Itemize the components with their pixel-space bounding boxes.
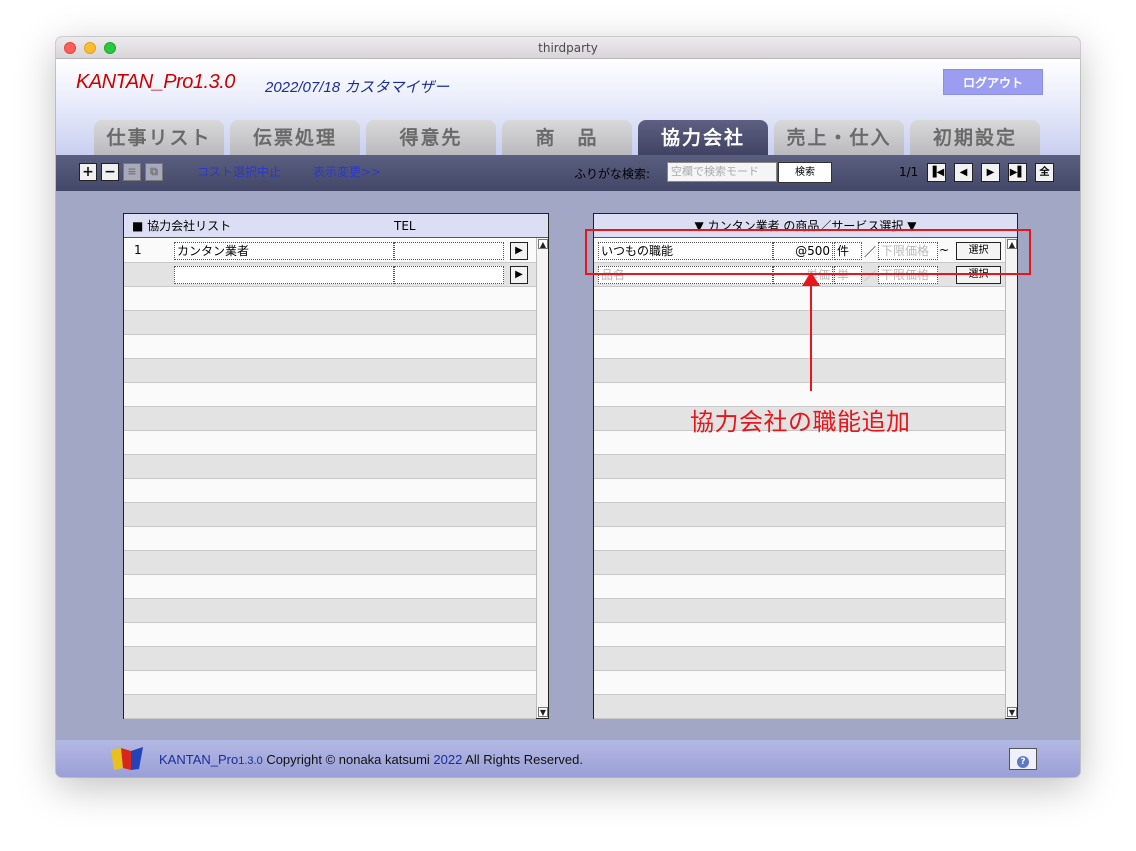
product-row[interactable] (594, 671, 1005, 695)
footer-version: 1.3.0 (238, 755, 263, 767)
tab-partners[interactable]: 協力会社 (638, 120, 768, 156)
footer-rights: All Rights Reserved. (462, 752, 584, 767)
product-row[interactable] (594, 575, 1005, 599)
product-row[interactable] (594, 647, 1005, 671)
product-row[interactable] (594, 479, 1005, 503)
add-button[interactable]: + (79, 163, 97, 181)
product-row[interactable] (594, 551, 1005, 575)
product-select-panel: ▼ カンタン業者 の商品／サービス選択 ▼ いつもの職能 @500 件／下限価格 ~ 選… (593, 213, 1018, 719)
footer-year: 2022 (433, 752, 463, 767)
product-row[interactable] (594, 695, 1005, 719)
zoom-window-button[interactable] (104, 42, 116, 54)
annotation-text: 協力会社の職能追加 (690, 408, 911, 436)
logout-button[interactable]: ログアウト (943, 69, 1043, 95)
tab-customers[interactable]: 得意先 (366, 120, 496, 156)
app-name: KANTAN_Pro1.3.0 (76, 71, 235, 93)
page-indicator: 1/1 (899, 165, 919, 179)
tel-column-header: TEL (394, 219, 416, 233)
partner-tel-field[interactable] (394, 242, 504, 260)
partner-row[interactable] (124, 431, 536, 455)
row-number: 1 (134, 243, 142, 257)
open-partner-button[interactable]: ▶ (510, 266, 528, 284)
scroll-up-arrow[interactable]: ▲ (538, 239, 548, 249)
partner-row[interactable]: ▶ (124, 263, 536, 287)
product-row[interactable] (594, 455, 1005, 479)
partner-row[interactable] (124, 671, 536, 695)
product-row[interactable] (594, 623, 1005, 647)
footer-brand: KANTAN_Pro (159, 752, 239, 767)
tab-initial-settings[interactable]: 初期設定 (910, 120, 1040, 156)
help-icon: ? (1017, 756, 1029, 768)
partner-row[interactable]: 1 カンタン業者 ▶ (124, 239, 536, 263)
first-page-button[interactable]: ▐◀ (927, 163, 946, 182)
partner-row[interactable] (124, 359, 536, 383)
tab-products[interactable]: 商 品 (502, 120, 632, 156)
product-row[interactable] (594, 503, 1005, 527)
show-all-button[interactable]: 全 (1035, 163, 1054, 182)
search-button[interactable]: 検索 (778, 162, 832, 183)
product-row[interactable] (594, 311, 1005, 335)
scroll-down-arrow[interactable]: ▼ (1007, 707, 1017, 717)
open-partner-button[interactable]: ▶ (510, 242, 528, 260)
product-row[interactable] (594, 359, 1005, 383)
partner-row[interactable] (124, 527, 536, 551)
partner-name-field[interactable]: カンタン業者 (174, 242, 394, 260)
app-subtitle: 2022/07/18 カスタマイザー (265, 79, 450, 96)
partner-row[interactable] (124, 503, 536, 527)
toolbar: + − ≡ ⧉ コスト選択中止 表示変更>> ふりがな検索: 空欄で検索モード … (56, 155, 1080, 191)
remove-button[interactable]: − (101, 163, 119, 181)
search-input[interactable]: 空欄で検索モード (667, 162, 777, 182)
partner-row[interactable] (124, 335, 536, 359)
partner-list-panel: ■ 協力会社リスト TEL 1 カンタン業者 ▶ ▶ ▲ ▼ (123, 213, 549, 719)
copyright-text: KANTAN_Pro1.3.0 Copyright © nonaka katsu… (159, 752, 583, 767)
help-button[interactable]: ? (1009, 748, 1037, 770)
product-row[interactable] (594, 599, 1005, 623)
partner-list-scrollbar[interactable]: ▲ ▼ (536, 238, 548, 718)
partner-row[interactable] (124, 575, 536, 599)
kantan-logo-icon (111, 747, 143, 770)
cost-select-cancel-link[interactable]: コスト選択中止 (197, 164, 281, 180)
footer: KANTAN_Pro1.3.0 Copyright © nonaka katsu… (56, 740, 1080, 777)
title-bar: thirdparty (56, 37, 1080, 59)
partner-row[interactable] (124, 407, 536, 431)
minimize-window-button[interactable] (84, 42, 96, 54)
partner-tel-field[interactable] (394, 266, 504, 284)
furigana-search-label: ふりがな検索: (574, 167, 651, 181)
tab-job-list[interactable]: 仕事リスト (94, 120, 224, 156)
product-select-scrollbar[interactable]: ▲ ▼ (1005, 238, 1017, 718)
partner-row[interactable] (124, 695, 536, 719)
tab-slip-processing[interactable]: 伝票処理 (230, 120, 360, 156)
partner-row[interactable] (124, 551, 536, 575)
prev-page-button[interactable]: ◀ (954, 163, 973, 182)
highlight-box (585, 229, 1031, 275)
partner-row[interactable] (124, 287, 536, 311)
display-change-link[interactable]: 表示変更>> (313, 164, 381, 180)
product-row[interactable] (594, 287, 1005, 311)
copy-icon[interactable]: ⧉ (145, 163, 163, 181)
partner-list-header: ■ 協力会社リスト TEL (124, 214, 548, 238)
next-page-button[interactable]: ▶ (981, 163, 1000, 182)
list-icon[interactable]: ≡ (123, 163, 141, 181)
scroll-down-arrow[interactable]: ▼ (538, 707, 548, 717)
partner-row[interactable] (124, 623, 536, 647)
annotation-arrow-line (810, 285, 812, 391)
tab-sales-purchases[interactable]: 売上・仕入 (774, 120, 904, 156)
app-window: thirdparty KANTAN_Pro1.3.0 2022/07/18 カス… (56, 37, 1080, 777)
partner-row[interactable] (124, 311, 536, 335)
annotation-arrow-head (802, 272, 820, 286)
product-row[interactable] (594, 527, 1005, 551)
partner-row[interactable] (124, 599, 536, 623)
partner-row[interactable] (124, 455, 536, 479)
partner-row[interactable] (124, 383, 536, 407)
last-page-button[interactable]: ▶▌ (1008, 163, 1027, 182)
partner-row[interactable] (124, 647, 536, 671)
partner-name-field[interactable] (174, 266, 394, 284)
window-title: thirdparty (538, 41, 598, 55)
partner-list-title: ■ 協力会社リスト (132, 219, 232, 233)
footer-copyright: Copyright © nonaka katsumi (262, 752, 434, 767)
product-row[interactable] (594, 335, 1005, 359)
partner-row[interactable] (124, 479, 536, 503)
close-window-button[interactable] (64, 42, 76, 54)
